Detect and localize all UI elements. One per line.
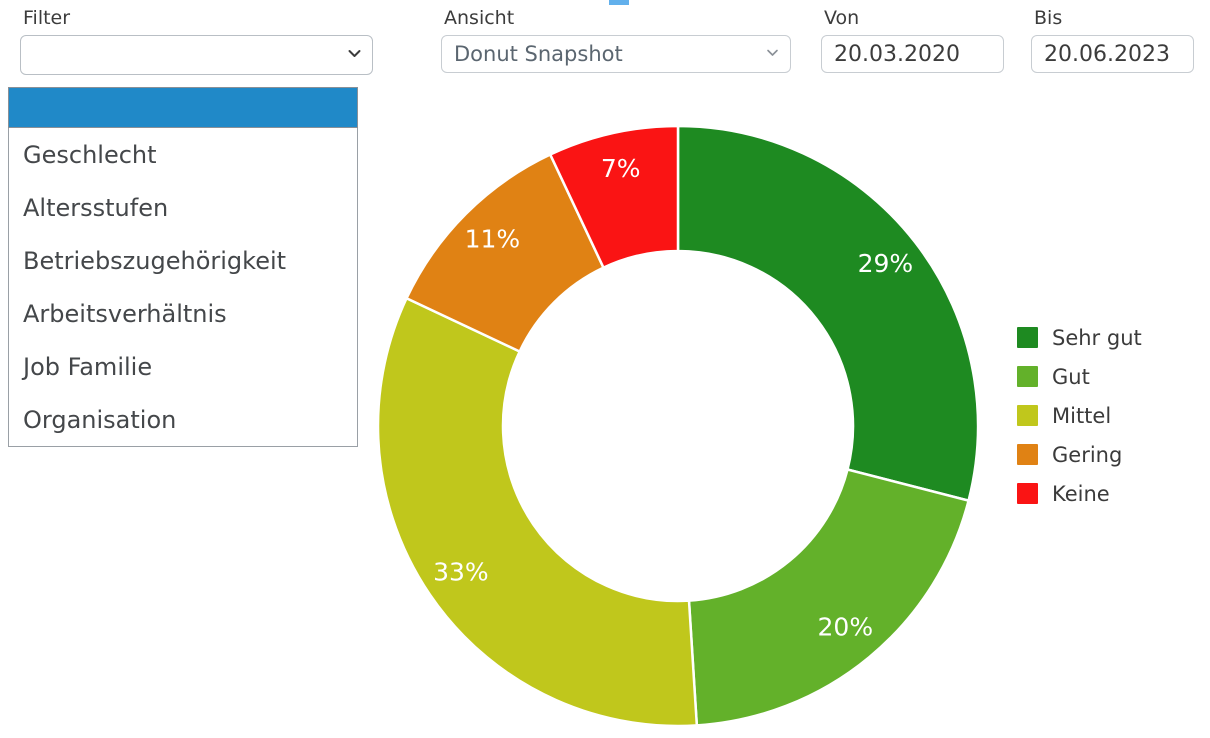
filter-label: Filter <box>23 7 71 29</box>
legend-swatch-mittel <box>1017 405 1038 426</box>
donut-slice-group <box>376 124 980 728</box>
donut-slice[interactable] <box>376 296 699 728</box>
bis-label: Bis <box>1034 7 1063 29</box>
bis-date-value: 20.06.2023 <box>1044 41 1170 67</box>
legend-item-gut[interactable]: Gut <box>1017 357 1207 396</box>
filter-field-group: Filter <box>20 7 373 75</box>
chevron-down-icon <box>348 47 361 60</box>
legend-item-keine[interactable]: Keine <box>1017 474 1207 513</box>
donut-slice[interactable] <box>548 124 680 270</box>
legend-label-gut: Gut <box>1052 364 1090 389</box>
filter-option-betriebszugehoerigkeit[interactable]: Betriebszugehörigkeit <box>9 234 357 287</box>
legend-swatch-keine <box>1017 483 1038 504</box>
donut-slice-label: 20% <box>818 612 874 641</box>
filter-option-geschlecht[interactable]: Geschlecht <box>9 128 357 181</box>
bis-date-input[interactable]: 20.06.2023 <box>1031 35 1194 73</box>
ansicht-select-value: Donut Snapshot <box>454 42 623 66</box>
donut-label-group: 29% 20% 33% 11% 7% <box>433 154 913 641</box>
donut-slice-label: 33% <box>433 558 489 587</box>
legend-swatch-sehr-gut <box>1017 327 1038 348</box>
legend-label-keine: Keine <box>1052 481 1110 506</box>
donut-slice-label: 7% <box>601 154 641 183</box>
donut-slice-label: 29% <box>858 249 914 278</box>
filter-toolbar: Filter Ansicht Donut Snapshot Von 20.03.… <box>0 0 1210 90</box>
chevron-down-icon <box>766 46 779 59</box>
ansicht-field-group: Ansicht Donut Snapshot <box>441 7 791 73</box>
legend-label-gering: Gering <box>1052 442 1123 467</box>
von-date-value: 20.03.2020 <box>834 41 960 67</box>
donut-slice[interactable] <box>404 152 606 354</box>
filter-option-job-familie[interactable]: Job Familie <box>9 340 357 393</box>
ansicht-select[interactable]: Donut Snapshot <box>441 35 791 73</box>
legend-label-sehr-gut: Sehr gut <box>1052 325 1142 350</box>
filter-option-altersstufen[interactable]: Altersstufen <box>9 181 357 234</box>
filter-option-blank[interactable] <box>8 87 358 128</box>
legend-item-gering[interactable]: Gering <box>1017 435 1207 474</box>
bis-field-group: Bis 20.06.2023 <box>1031 7 1194 73</box>
top-edge-fragment <box>609 0 629 5</box>
legend-item-mittel[interactable]: Mittel <box>1017 396 1207 435</box>
legend-swatch-gut <box>1017 366 1038 387</box>
von-label: Von <box>824 7 860 29</box>
von-field-group: Von 20.03.2020 <box>821 7 1004 73</box>
donut-slice-label: 11% <box>465 224 521 253</box>
von-date-input[interactable]: 20.03.2020 <box>821 35 1004 73</box>
donut-slice[interactable] <box>676 124 980 503</box>
chart-legend: Sehr gut Gut Mittel Gering Keine <box>1017 318 1207 513</box>
donut-slice[interactable] <box>687 467 971 727</box>
filter-option-arbeitsverhaeltnis[interactable]: Arbeitsverhältnis <box>9 287 357 340</box>
legend-label-mittel: Mittel <box>1052 403 1112 428</box>
filter-option-organisation[interactable]: Organisation <box>9 393 357 446</box>
legend-swatch-gering <box>1017 444 1038 465</box>
filter-select[interactable] <box>20 35 373 75</box>
legend-item-sehr-gut[interactable]: Sehr gut <box>1017 318 1207 357</box>
ansicht-label: Ansicht <box>444 7 515 29</box>
filter-dropdown-list[interactable]: Geschlecht Altersstufen Betriebszugehöri… <box>8 87 358 447</box>
